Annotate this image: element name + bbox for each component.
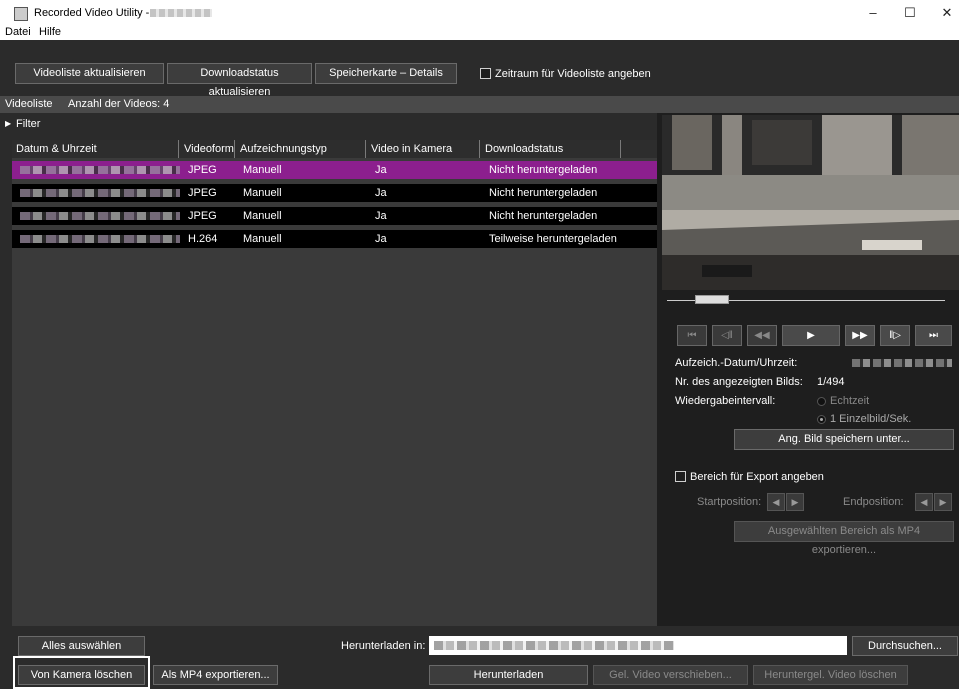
- interval-label: Wiedergabeintervall:: [675, 395, 776, 407]
- video-count: Anzahl der Videos: 4: [68, 98, 170, 110]
- col-recordingtype[interactable]: Aufzeichnungstyp: [236, 140, 366, 158]
- row-type: Manuell: [243, 210, 282, 222]
- filter-row[interactable]: ▶ Filter: [0, 115, 657, 133]
- seek-thumb[interactable]: [695, 295, 729, 304]
- row-in-camera: Ja: [375, 210, 387, 222]
- app-icon: [14, 7, 28, 21]
- col-videoformat[interactable]: Videoform: [180, 140, 235, 158]
- export-range-button[interactable]: Ausgewählten Bereich als MP4 exportieren…: [734, 521, 954, 556]
- seek-bar[interactable]: [667, 292, 945, 310]
- col-video-in-camera[interactable]: Video in Kamera: [367, 140, 480, 158]
- play-button[interactable]: ▶: [782, 325, 840, 346]
- row-format: JPEG: [188, 210, 217, 222]
- period-checkbox[interactable]: [480, 68, 491, 79]
- row-status: Nicht heruntergeladen: [489, 187, 598, 199]
- end-next-icon[interactable]: ▶: [934, 493, 952, 511]
- table-row[interactable]: JPEG Manuell Ja Nicht heruntergeladen: [12, 161, 657, 179]
- end-position-label: Endposition:: [843, 496, 904, 508]
- filter-label[interactable]: Filter: [16, 118, 40, 130]
- datetime-redacted: [20, 235, 180, 243]
- period-checkbox-label: Zeitraum für Videoliste angeben: [495, 68, 651, 80]
- menu-hilfe[interactable]: Hilfe: [39, 26, 61, 38]
- first-frame-button[interactable]: ⏮: [677, 325, 707, 346]
- export-mp4-button[interactable]: Als MP4 exportieren...: [153, 665, 278, 685]
- row-type: Manuell: [243, 164, 282, 176]
- save-image-button[interactable]: Ang. Bild speichern unter...: [734, 429, 954, 450]
- row-format: JPEG: [188, 164, 217, 176]
- rec-datetime-label: Aufzeich.-Datum/Uhrzeit:: [675, 357, 798, 369]
- table-header: Datum & Uhrzeit Videoform Aufzeichnungst…: [12, 140, 657, 158]
- menu-bar: Datei Hilfe: [0, 26, 959, 40]
- interval-one-radio[interactable]: [817, 415, 826, 424]
- maximize-button[interactable]: ☐: [895, 4, 925, 22]
- minimize-button[interactable]: –: [858, 4, 888, 22]
- interval-one-label: 1 Einzelbild/Sek.: [830, 413, 912, 425]
- datetime-redacted: [20, 166, 180, 174]
- export-range-checkbox[interactable]: [675, 471, 686, 482]
- rec-datetime-redacted: [852, 359, 952, 367]
- last-frame-button[interactable]: ⏭: [915, 325, 952, 346]
- table-row[interactable]: JPEG Manuell Ja Nicht heruntergeladen: [12, 184, 657, 202]
- col-datetime[interactable]: Datum & Uhrzeit: [12, 140, 179, 158]
- menu-datei[interactable]: Datei: [5, 26, 31, 38]
- fast-forward-button[interactable]: ▶▶: [845, 325, 875, 346]
- frame-no-value: 1/494: [817, 376, 845, 388]
- title-bar: Recorded Video Utility - – ☐ ✕: [0, 0, 959, 26]
- window-title: Recorded Video Utility -: [34, 7, 150, 19]
- row-status: Nicht heruntergeladen: [489, 210, 598, 222]
- sdcard-details-button[interactable]: Speicherkarte – Details: [315, 63, 457, 84]
- select-all-button[interactable]: Alles auswählen: [18, 636, 145, 656]
- export-range-label: Bereich für Export angeben: [690, 471, 824, 483]
- end-prev-icon[interactable]: ◀: [915, 493, 933, 511]
- table-row[interactable]: H.264 Manuell Ja Teilweise heruntergelad…: [12, 230, 657, 248]
- refresh-list-button[interactable]: Videoliste aktualisieren: [15, 63, 164, 84]
- download-to-label: Herunterladen in:: [341, 640, 426, 652]
- row-in-camera: Ja: [375, 233, 387, 245]
- move-video-button[interactable]: Gel. Video verschieben...: [593, 665, 748, 685]
- video-preview: [662, 115, 959, 290]
- frame-no-label: Nr. des angezeigten Bilds:: [675, 376, 803, 388]
- delete-from-camera-button[interactable]: Von Kamera löschen: [18, 665, 145, 685]
- interval-realtime-label: Echtzeit: [830, 395, 870, 407]
- row-in-camera: Ja: [375, 164, 387, 176]
- close-button[interactable]: ✕: [932, 4, 959, 22]
- row-in-camera: Ja: [375, 187, 387, 199]
- datetime-redacted: [20, 189, 180, 197]
- row-type: Manuell: [243, 187, 282, 199]
- browse-button[interactable]: Durchsuchen...: [852, 636, 958, 656]
- rewind-button[interactable]: ◀◀: [747, 325, 777, 346]
- toolbar: Videoliste aktualisieren Downloadstatus …: [0, 40, 959, 98]
- download-path-redacted: [434, 641, 674, 650]
- interval-realtime-radio[interactable]: [817, 397, 826, 406]
- start-position-label: Startposition:: [697, 496, 762, 508]
- filter-expand-icon[interactable]: ▶: [5, 119, 11, 128]
- delete-downloaded-button[interactable]: Heruntergel. Video löschen: [753, 665, 908, 685]
- col-downloadstatus[interactable]: Downloadstatus: [481, 140, 621, 158]
- video-list-header: Videoliste Anzahl der Videos: 4: [0, 96, 959, 113]
- row-status: Teilweise heruntergeladen: [489, 233, 617, 245]
- row-status: Nicht heruntergeladen: [489, 164, 598, 176]
- row-format: JPEG: [188, 187, 217, 199]
- window-title-redacted: [150, 9, 212, 17]
- table-row[interactable]: JPEG Manuell Ja Nicht heruntergeladen: [12, 207, 657, 225]
- refresh-download-status-button[interactable]: Downloadstatus aktualisieren: [167, 63, 312, 98]
- datetime-redacted: [20, 212, 180, 220]
- next-frame-button[interactable]: ‖▷: [880, 325, 910, 346]
- start-next-icon[interactable]: ▶: [786, 493, 804, 511]
- start-prev-icon[interactable]: ◀: [767, 493, 785, 511]
- video-list-label: Videoliste: [5, 98, 53, 110]
- prev-frame-button[interactable]: ◁‖: [712, 325, 742, 346]
- row-type: Manuell: [243, 233, 282, 245]
- download-button[interactable]: Herunterladen: [429, 665, 588, 685]
- row-format: H.264: [188, 233, 218, 245]
